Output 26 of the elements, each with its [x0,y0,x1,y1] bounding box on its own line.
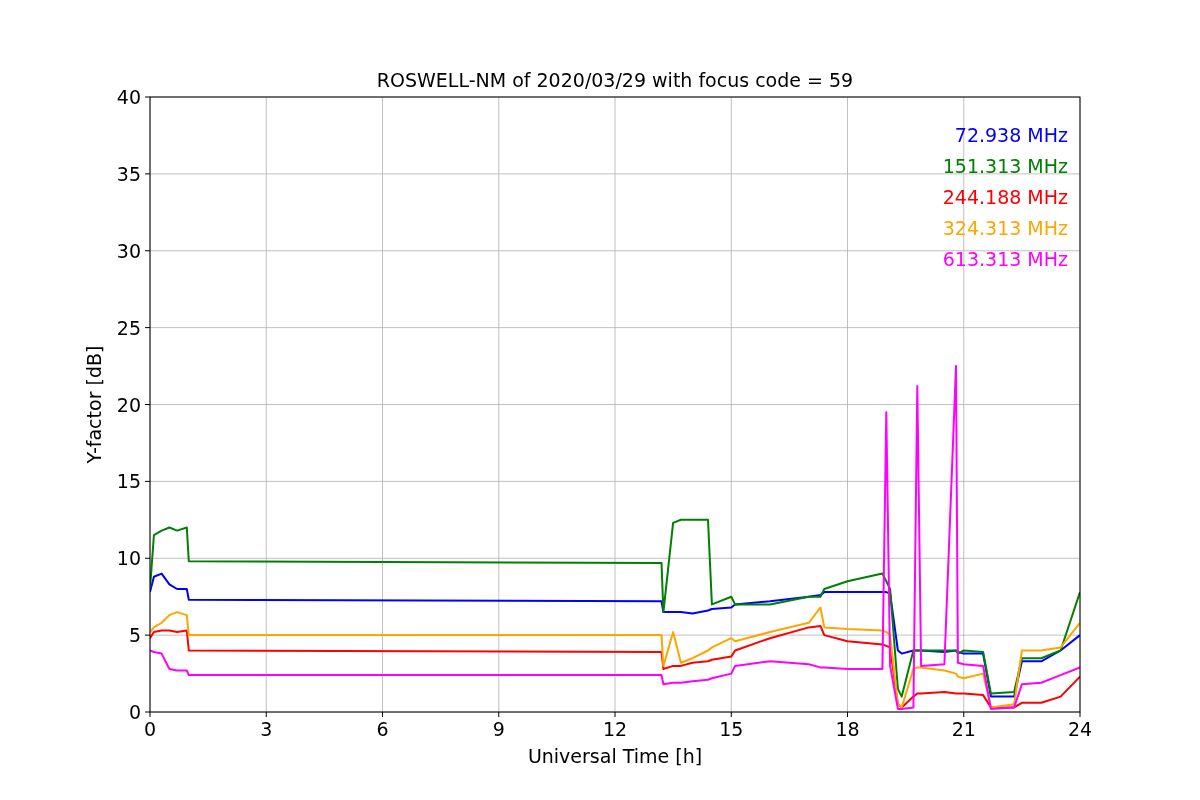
y-tick-label: 30 [116,239,141,262]
x-tick-label: 24 [1067,718,1093,740]
x-tick-label: 6 [376,718,389,740]
y-tick-label: 15 [116,470,141,493]
y-tick-label: 35 [116,162,141,185]
y-tick-label: 10 [116,547,141,570]
y-tick-label: 0 [128,701,141,723]
legend-label: 244.188 MHz [942,186,1068,208]
legend-label: 613.313 MHz [942,248,1068,270]
y-tick-label: 25 [116,316,141,339]
legend-label: 72.938 MHz [954,124,1068,146]
x-tick-label: 21 [951,718,976,740]
chart-title: ROSWELL-NM of 2020/03/29 with focus code = 59 [376,69,854,91]
x-tick-label: 0 [143,718,157,740]
x-tick-label: 12 [602,718,628,740]
x-tick-label: 15 [719,718,744,740]
x-axis-label: Universal Time [h] [527,745,703,767]
x-tick-label: 9 [492,718,505,740]
y-tick-label: 5 [128,624,141,647]
x-tick-label: 18 [835,718,860,740]
y-tick-label: 20 [116,393,141,416]
y-axis-label: Y-factor [dB] [83,345,105,464]
legend-label: 324.313 MHz [942,217,1068,239]
legend-label: 151.313 MHz [942,155,1068,177]
y-tick-label: 40 [116,86,141,108]
x-tick-label: 3 [260,718,273,740]
